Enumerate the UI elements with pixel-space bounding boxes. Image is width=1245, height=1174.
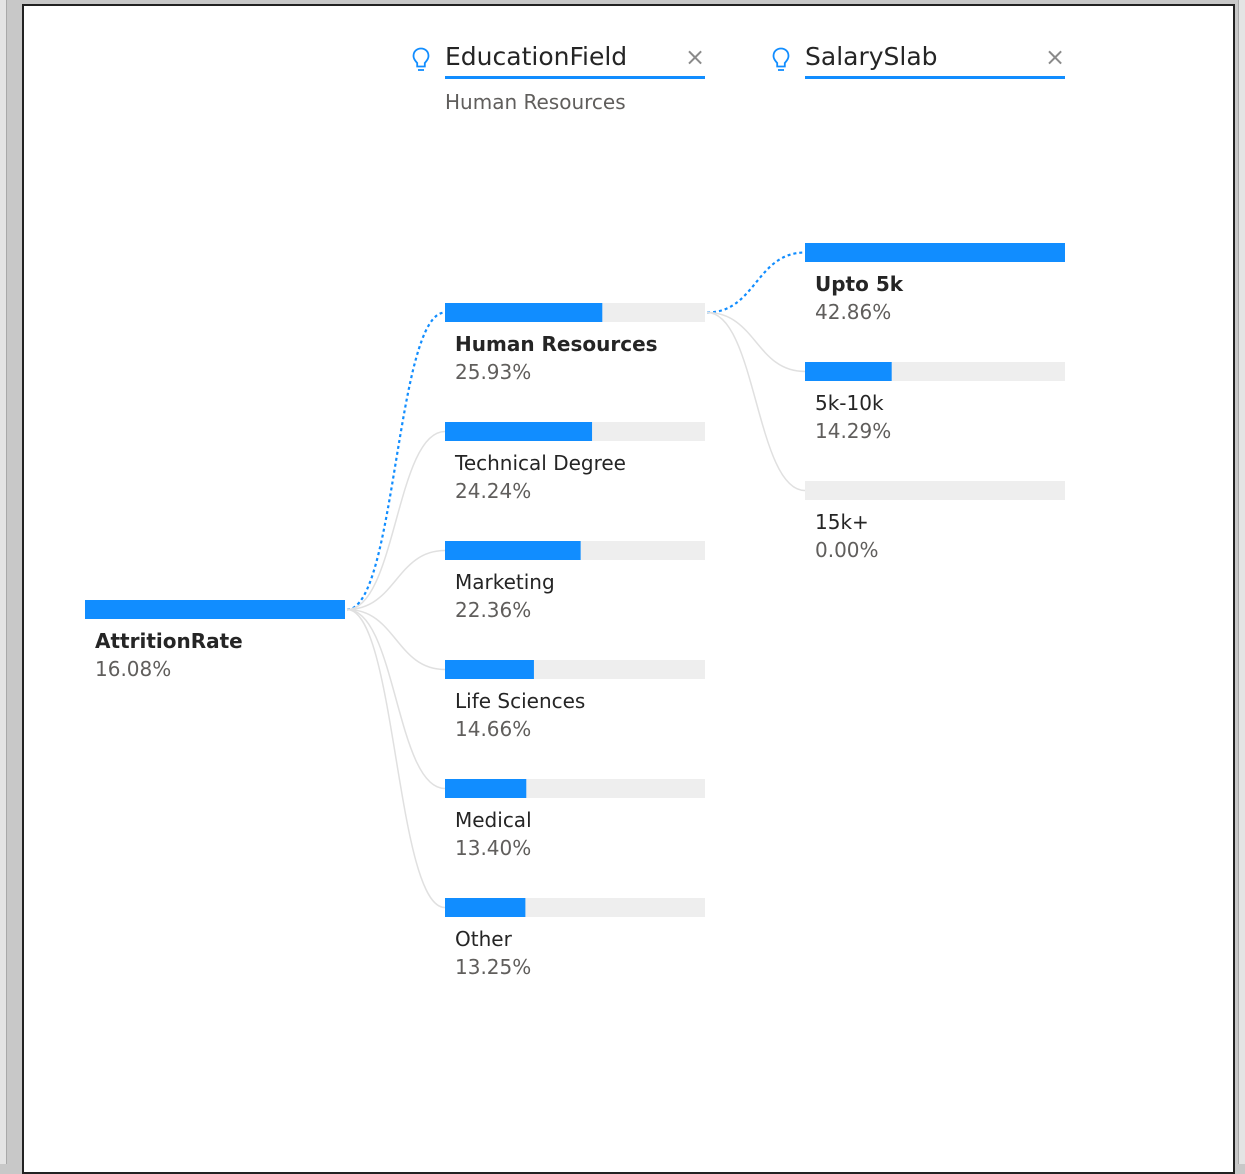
- node-value: 42.86%: [815, 300, 891, 324]
- node-label: Upto 5k: [815, 272, 904, 296]
- tree-node-marketing[interactable]: Marketing 22.36%: [445, 541, 705, 622]
- node-value: 0.00%: [815, 538, 879, 562]
- node-value: 24.24%: [455, 479, 531, 503]
- bar-fill: [445, 898, 526, 917]
- connector: [346, 608, 446, 909]
- tree-node-technical-degree[interactable]: Technical Degree 24.24%: [445, 422, 705, 503]
- node-value: 22.36%: [455, 598, 531, 622]
- node-label: AttritionRate: [95, 629, 243, 653]
- node-label: Medical: [455, 808, 532, 832]
- tree-node-human-resources[interactable]: Human Resources 25.93%: [445, 303, 705, 384]
- connector: [346, 549, 446, 611]
- bar-fill: [445, 541, 581, 560]
- tree-node-life-sciences[interactable]: Life Sciences 14.66%: [445, 660, 705, 741]
- connector: [346, 608, 446, 671]
- tree-node-attritionrate[interactable]: AttritionRate 16.08%: [85, 600, 345, 681]
- decomposition-tree: AttritionRate 16.08% Human Resources 25.93%…: [85, 243, 1065, 979]
- node-label: 5k-10k: [815, 391, 884, 415]
- bar-fill: [445, 422, 593, 441]
- node-label: Human Resources: [455, 332, 658, 356]
- node-value: 14.29%: [815, 419, 891, 443]
- bar-fill: [805, 362, 892, 381]
- connector: [706, 311, 806, 373]
- node-value: 16.08%: [95, 657, 171, 681]
- tree-node-medical[interactable]: Medical 13.40%: [445, 779, 705, 860]
- node-value: 14.66%: [455, 717, 531, 741]
- node-layer: AttritionRate 16.08% Human Resources 25.93%…: [85, 243, 1065, 979]
- bar-fill: [85, 600, 345, 619]
- node-value: 13.25%: [455, 955, 531, 979]
- bar-fill: [445, 779, 527, 798]
- bar-fill: [805, 243, 1065, 262]
- node-label: Technical Degree: [454, 451, 626, 475]
- bar-fill: [445, 660, 534, 679]
- connector: [706, 311, 806, 492]
- node-value: 13.40%: [455, 836, 531, 860]
- node-value: 25.93%: [455, 360, 531, 384]
- tree-node-5k-10k[interactable]: 5k-10k 14.29%: [805, 362, 1065, 443]
- node-label: Marketing: [455, 570, 555, 594]
- active-connector: [346, 311, 446, 611]
- bar-track: [805, 481, 1065, 500]
- tree-node-upto-5k[interactable]: Upto 5k 42.86%: [805, 243, 1065, 324]
- active-connector: [706, 251, 806, 314]
- node-label: Life Sciences: [455, 689, 585, 713]
- bar-fill: [445, 303, 603, 322]
- tree-node-15k[interactable]: 15k+ 0.00%: [805, 481, 1065, 562]
- tree-node-other[interactable]: Other 13.25%: [445, 898, 705, 979]
- node-label: 15k+: [815, 510, 869, 534]
- node-label: Other: [455, 927, 513, 951]
